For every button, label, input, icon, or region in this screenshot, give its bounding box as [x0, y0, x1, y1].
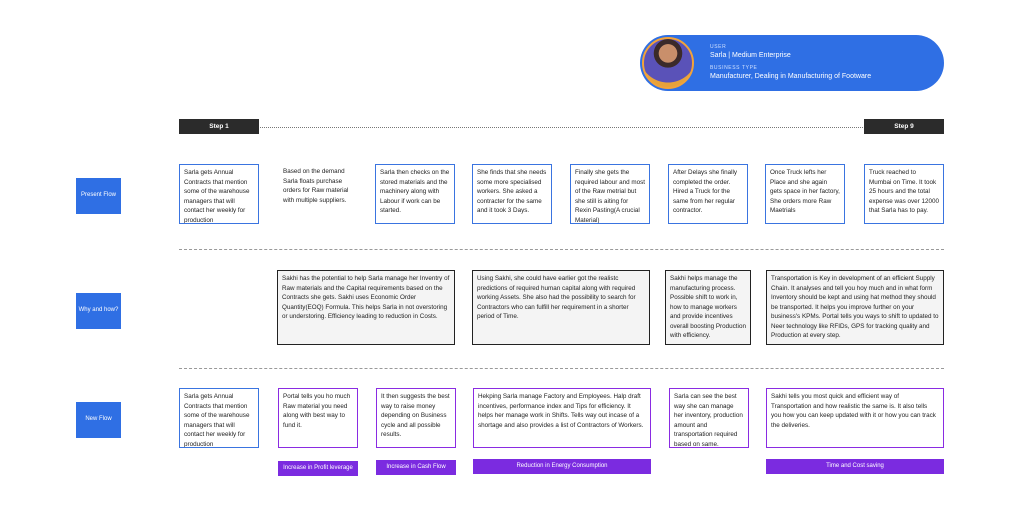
new-flow-raw-material: Portal tells you ho much Raw material yo… — [278, 388, 358, 448]
present-flow-step-3: Sarla then checks on the stored material… — [375, 164, 455, 224]
section-divider-1 — [179, 249, 944, 250]
outcome-badge-profit: Increase in Profit leverage — [278, 461, 358, 476]
user-avatar — [642, 37, 694, 89]
present-flow-step-5: Finally she gets the required labour and… — [570, 164, 650, 224]
row-label-new-flow: New Flow — [76, 402, 121, 438]
step-connector-line — [260, 127, 863, 128]
new-flow-transportation: Sakhi tells you most quick and efficient… — [766, 388, 944, 448]
present-flow-step-7: Once Truck lefts her Place and she again… — [765, 164, 845, 224]
section-divider-2 — [179, 368, 944, 369]
new-flow-raise-money: It then suggests the best way to raise m… — [376, 388, 456, 448]
step-start: Step 1 — [179, 119, 259, 134]
new-flow-factory-employees: Hekping Sarla manage Factory and Employe… — [473, 388, 651, 448]
why-how-human-capital: Using Sakhi, she could have earlier got … — [472, 270, 650, 345]
present-flow-step-2: Based on the demand Sarla floats purchas… — [283, 168, 349, 204]
why-how-manufacturing: Sakhi helps manage the manufacturing pro… — [665, 270, 751, 345]
outcome-badge-cash-flow: Increase in Cash Flow — [376, 460, 456, 475]
business-type-value: Manufacturer, Dealing in Manufacturing o… — [710, 73, 872, 80]
outcome-badge-time-cost: Time and Cost saving — [766, 459, 944, 474]
user-value: Sarla | Medium Enterprise — [710, 52, 791, 59]
row-label-present-flow: Present Flow — [76, 178, 121, 214]
business-type-label: BUSINESS TYPE — [710, 65, 758, 71]
present-flow-step-6: After Delays she finally completed the o… — [668, 164, 748, 224]
present-flow-step-4: She finds that she needs some more speci… — [472, 164, 552, 224]
outcome-badge-energy: Reduction in Energy Consumption — [473, 459, 651, 474]
new-flow-step-1: Sarla gets Annual Contracts that mention… — [179, 388, 259, 448]
why-how-transportation: Transportation is Key in development of … — [766, 270, 944, 345]
row-label-why-and-how: Why and how? — [76, 293, 121, 329]
why-how-inventory: Sakhi has the potential to help Sarla ma… — [277, 270, 455, 345]
user-label: USER — [710, 44, 727, 50]
present-flow-step-8: Truck reached to Mumbai on Time. It took… — [864, 164, 944, 224]
present-flow-step-1: Sarla gets Annual Contracts that mention… — [179, 164, 259, 224]
step-end: Step 9 — [864, 119, 944, 134]
new-flow-inventory: Sarla can see the best way she can manag… — [669, 388, 749, 448]
